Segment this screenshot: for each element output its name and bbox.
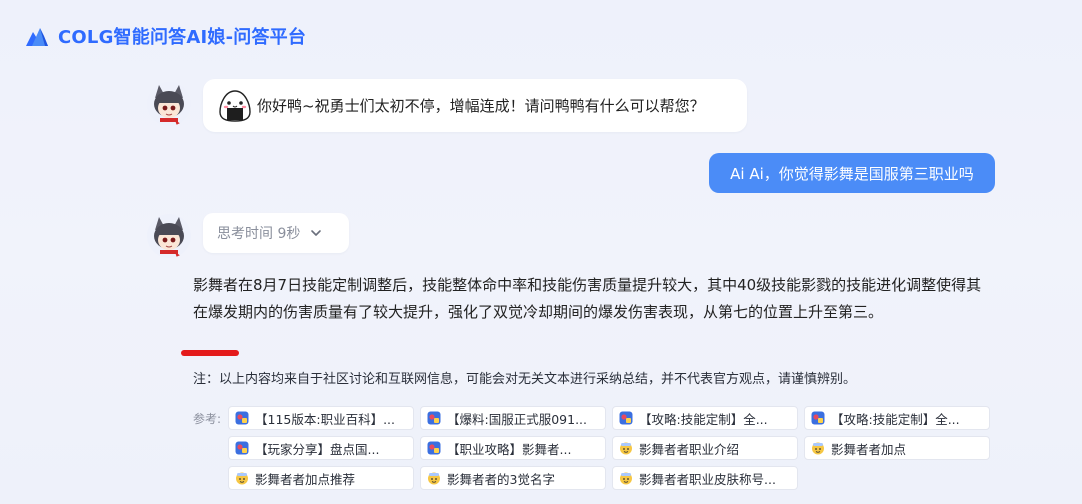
thinking-time-label: 思考时间 9秒	[217, 226, 301, 242]
reference-label: 影舞者者的3觉名字	[447, 471, 555, 487]
reference-label: 【爆料:国服正式服091...	[447, 411, 587, 427]
rice-ball-emoji-icon	[219, 89, 251, 122]
emoji-icon	[428, 472, 440, 485]
app-icon	[427, 411, 441, 425]
reference-chip[interactable]: 【115版本:职业百科】...	[228, 406, 414, 430]
reference-chip[interactable]: 【攻略:技能定制】全...	[804, 406, 990, 430]
reference-chip[interactable]: 【职业攻略】影舞者...	[420, 436, 606, 460]
reference-chip[interactable]: 影舞者者加点推荐	[228, 466, 414, 490]
app-title: COLG智能问答AI娘-问答平台	[58, 27, 307, 48]
bot-greeting-text: 你好鸭~祝勇士们太初不停，增幅连成！请问鸭鸭有什么可以帮您？	[257, 97, 705, 115]
user-message-bubble: Ai Ai，你觉得影舞是国服第三职业吗	[709, 153, 995, 193]
thinking-time-toggle[interactable]: 思考时间 9秒	[203, 213, 349, 253]
reference-chip[interactable]: 【爆料:国服正式服091...	[420, 406, 606, 430]
app-icon	[235, 411, 249, 425]
reference-chip[interactable]: 影舞者者职业介绍	[612, 436, 798, 460]
bot-answer-text: 影舞者在8月7日技能定制调整后，技能整体命中率和技能伤害质量提升较大，其中40级…	[193, 276, 982, 321]
reference-label: 影舞者者加点	[831, 441, 907, 457]
bot-avatar	[147, 82, 191, 126]
references-label: 参考:	[193, 412, 222, 426]
reference-label: 【115版本:职业百科】...	[255, 411, 395, 427]
reference-chip[interactable]: 影舞者者的3觉名字	[420, 466, 606, 490]
bot-avatar	[147, 214, 191, 258]
reference-chip[interactable]: 影舞者者职业皮肤称号...	[612, 466, 798, 490]
reference-label: 【攻略:技能定制】全...	[639, 411, 768, 427]
app-header: COLG智能问答AI娘-问答平台	[26, 22, 306, 50]
reference-chip[interactable]: 【玩家分享】盘点国...	[228, 436, 414, 460]
user-message-text: Ai Ai，你觉得影舞是国服第三职业吗	[730, 164, 974, 183]
reference-label: 【职业攻略】影舞者...	[447, 441, 572, 457]
reference-label: 影舞者者加点推荐	[255, 471, 356, 487]
reference-label: 【玩家分享】盘点国...	[255, 441, 380, 457]
emoji-icon	[812, 442, 824, 455]
red-underline-annotation	[181, 350, 239, 356]
reference-label: 影舞者者职业皮肤称号...	[639, 471, 776, 487]
logo-icon	[26, 28, 48, 46]
app-icon	[235, 441, 249, 455]
references-list: 【115版本:职业百科】... 【爆料:国服正式服091... 【攻略:技能定制】全…	[228, 406, 996, 490]
reference-label: 影舞者者职业介绍	[639, 441, 740, 457]
chevron-down-icon	[311, 230, 322, 236]
reference-chip[interactable]: 【攻略:技能定制】全...	[612, 406, 798, 430]
emoji-icon	[620, 472, 632, 485]
reference-label: 【攻略:技能定制】全...	[831, 411, 960, 427]
emoji-icon	[236, 472, 248, 485]
bot-greeting-bubble: 你好鸭~祝勇士们太初不停，增幅连成！请问鸭鸭有什么可以帮您？	[203, 79, 747, 132]
app-icon	[427, 441, 441, 455]
app-icon	[619, 411, 633, 425]
disclaimer-note: 注：以上内容均来自于社区讨论和互联网信息，可能会对无关文本进行采纳总结，并不代表…	[193, 372, 857, 387]
reference-chip[interactable]: 影舞者者加点	[804, 436, 990, 460]
app-icon	[811, 411, 825, 425]
emoji-icon	[620, 442, 632, 455]
